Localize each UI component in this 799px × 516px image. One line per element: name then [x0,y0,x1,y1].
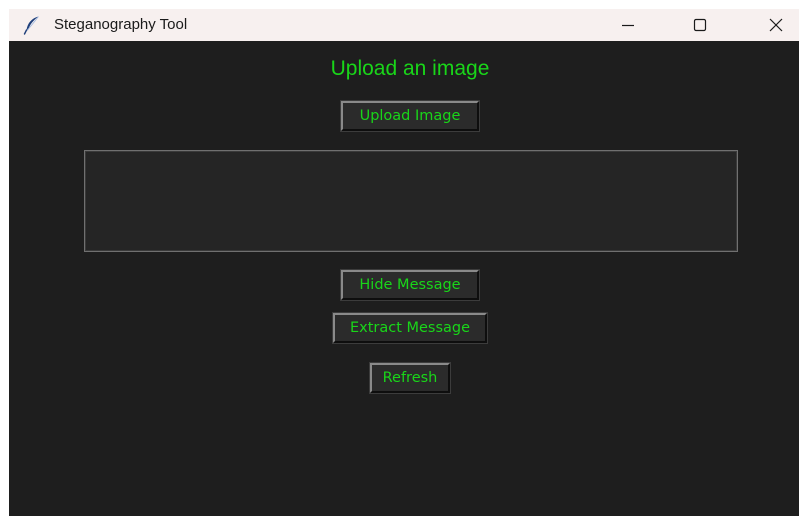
maximize-button[interactable] [677,9,723,41]
feather-icon [23,16,39,35]
close-button[interactable] [753,9,799,41]
hide-message-button[interactable]: Hide Message [340,269,480,301]
page-heading: Upload an image [330,57,490,80]
maximize-icon [693,18,707,32]
app-window: Steganography Tool Upload an image Uploa… [9,9,799,516]
window-title: Steganography Tool [54,16,188,33]
title-bar[interactable]: Steganography Tool [9,9,799,41]
upload-image-button[interactable]: Upload Image [340,100,480,132]
minimize-icon [622,24,634,27]
minimize-button[interactable] [605,9,651,41]
message-textbox[interactable] [84,150,738,252]
close-icon [769,18,783,32]
refresh-button[interactable]: Refresh [369,362,451,394]
main-content: Upload an image Upload Image Hide Messag… [9,41,799,516]
extract-message-button[interactable]: Extract Message [332,312,488,344]
